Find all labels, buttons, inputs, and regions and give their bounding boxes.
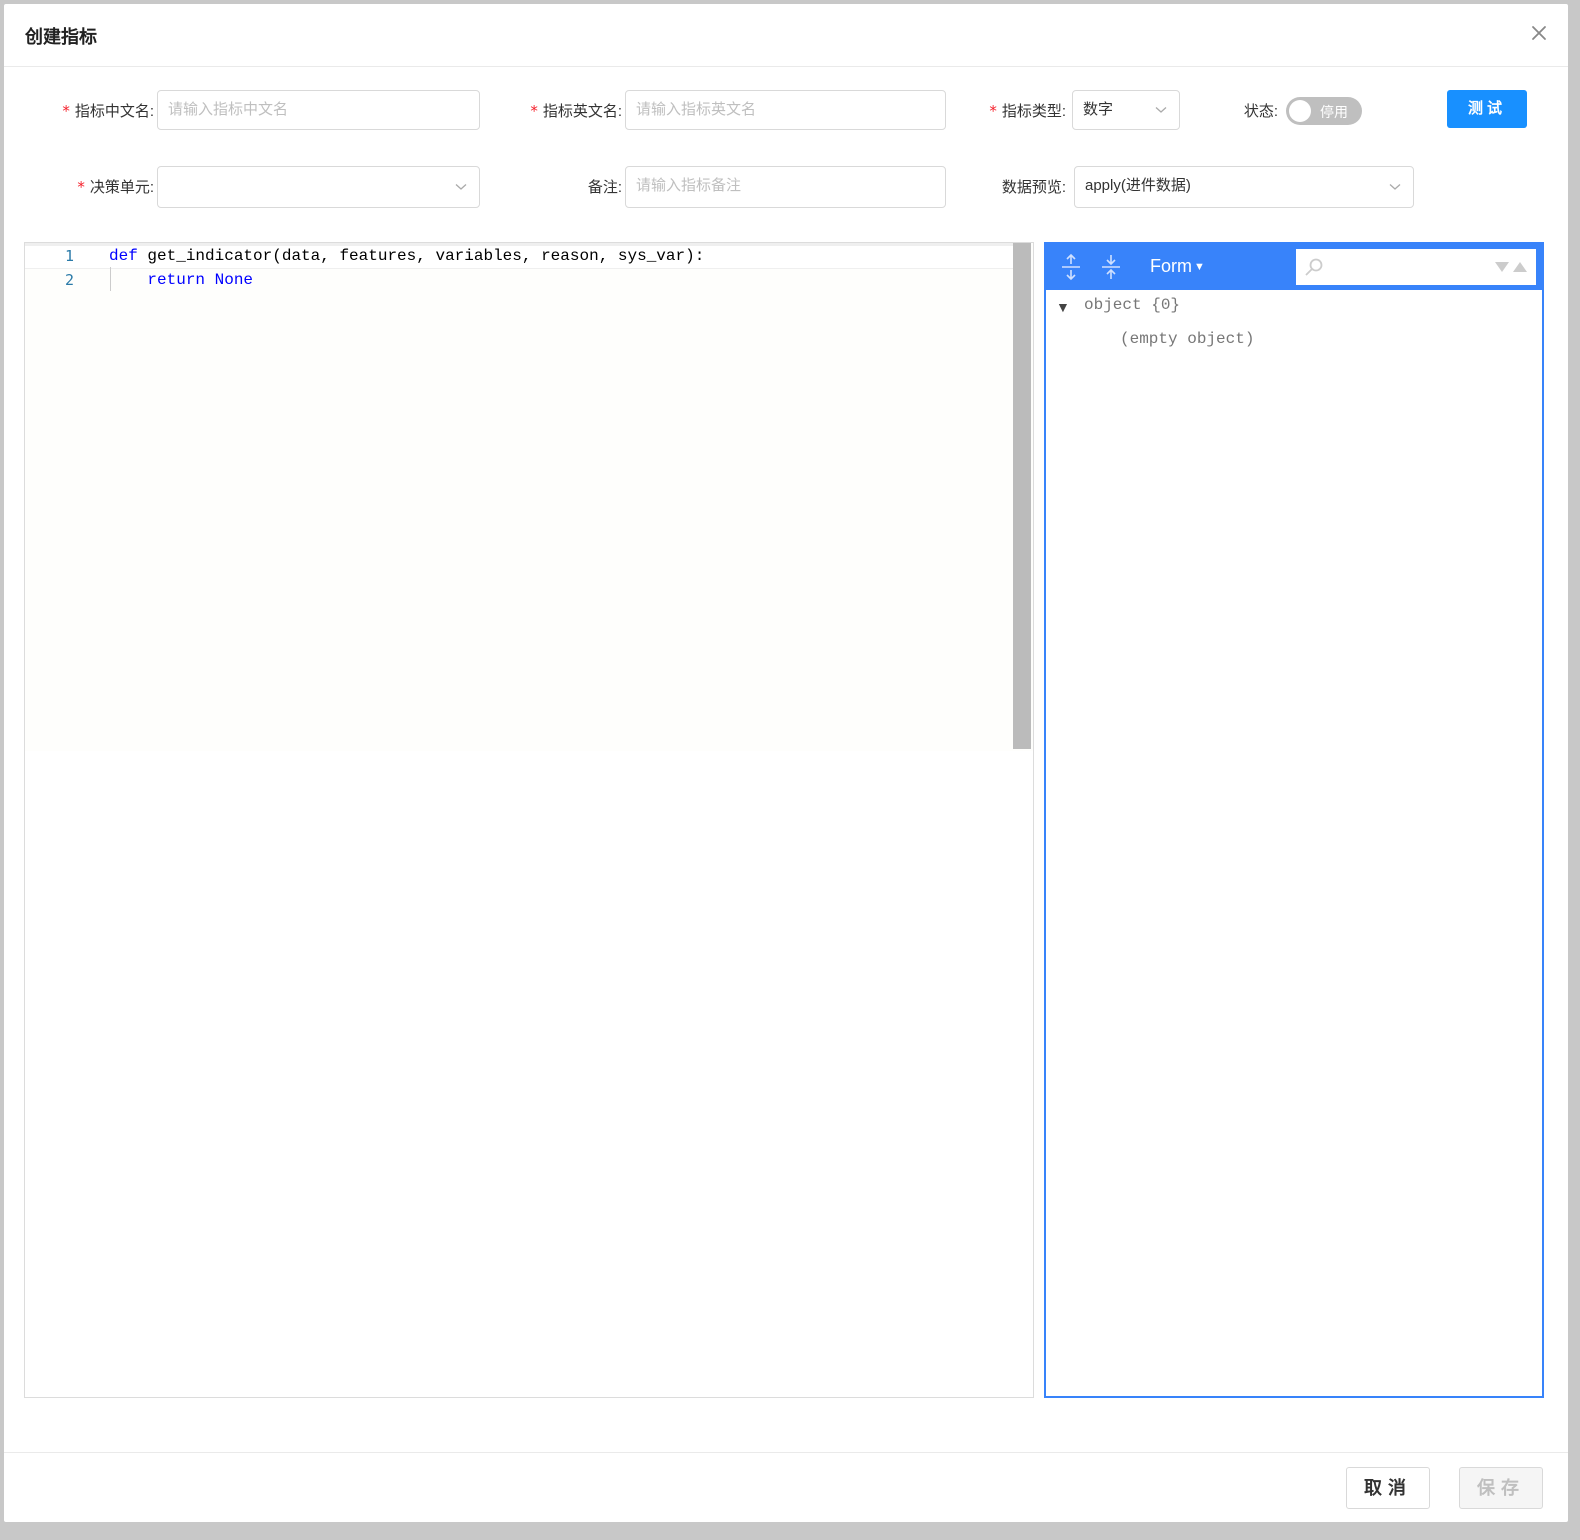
name-cn-label: * 指标中文名:: [62, 100, 154, 121]
mode-dropdown[interactable]: Form ▼: [1150, 256, 1205, 277]
chevron-down-icon: [1389, 167, 1401, 207]
collapse-all-icon[interactable]: [1096, 252, 1126, 282]
code-keyword: return None: [147, 271, 254, 289]
name-cn-input[interactable]: 请输入指标中文名: [157, 90, 480, 130]
code-text: get_indicator(data, features, variables,…: [137, 247, 705, 265]
decision-unit-label-text: 决策单元:: [89, 179, 154, 196]
save-button[interactable]: 保存: [1459, 1467, 1543, 1509]
type-label-text: 指标类型:: [1001, 103, 1066, 120]
required-mark: *: [77, 178, 85, 196]
type-label: * 指标类型:: [989, 100, 1066, 121]
data-preview-label: 数据预览:: [1001, 179, 1066, 196]
type-select[interactable]: 数字: [1072, 90, 1180, 130]
code-area[interactable]: 1 2 def get_indicator(data, features, va…: [25, 243, 1033, 751]
remark-placeholder: 请输入指标备注: [636, 177, 742, 194]
search-nav: [1494, 261, 1528, 273]
status-label: 状态:: [1243, 103, 1278, 120]
json-toolbar: Form ▼: [1046, 244, 1542, 290]
modal-header: 创建指标: [4, 4, 1568, 67]
search-next-icon[interactable]: [1494, 261, 1510, 273]
tree-root-label[interactable]: object {0}: [1084, 296, 1180, 314]
required-mark: *: [530, 102, 538, 120]
mode-label: Form: [1150, 256, 1192, 276]
name-cn-label-text: 指标中文名:: [74, 103, 154, 120]
line-number: 1: [65, 247, 75, 265]
remark-label: 备注:: [587, 179, 622, 196]
cancel-button[interactable]: 取消: [1346, 1467, 1430, 1509]
search-icon: [1304, 257, 1324, 282]
editor-scrollbar[interactable]: [1013, 243, 1031, 749]
data-preview-value: apply(进件数据): [1085, 177, 1191, 194]
modal-title: 创建指标: [25, 27, 97, 47]
decision-unit-label: * 决策单元:: [77, 176, 154, 197]
chevron-down-icon: [455, 167, 467, 207]
name-cn-placeholder: 请输入指标中文名: [168, 101, 289, 118]
tree-empty-text: (empty object): [1120, 330, 1255, 348]
toggle-text: 停用: [1320, 104, 1348, 120]
search-previous-icon[interactable]: [1512, 261, 1528, 273]
caret-down-icon: ▼: [1194, 261, 1205, 274]
close-icon[interactable]: [1528, 22, 1550, 44]
code-line[interactable]: return None: [109, 271, 253, 289]
expand-all-icon[interactable]: [1056, 252, 1086, 282]
data-preview-select[interactable]: apply(进件数据): [1074, 166, 1414, 208]
remark-input[interactable]: 请输入指标备注: [625, 166, 946, 208]
type-select-value: 数字: [1083, 101, 1114, 118]
code-line[interactable]: def get_indicator(data, features, variab…: [109, 247, 704, 265]
code-keyword: def: [109, 247, 138, 265]
json-search-input[interactable]: [1296, 249, 1536, 285]
test-button[interactable]: 测试: [1447, 90, 1527, 128]
status-toggle[interactable]: 停用: [1286, 97, 1362, 125]
decision-unit-select[interactable]: [157, 166, 480, 208]
create-indicator-modal: 创建指标 * 指标中文名: 请输入指标中文名 * 指标英文名: 请输入指标英文名 *…: [4, 4, 1568, 1522]
line-number: 2: [65, 271, 75, 289]
name-en-label: * 指标英文名:: [530, 100, 622, 121]
code-editor[interactable]: 1 2 def get_indicator(data, features, va…: [24, 242, 1034, 1398]
required-mark: *: [62, 102, 70, 120]
modal-footer: 取消 保存: [4, 1452, 1568, 1523]
name-en-label-text: 指标英文名:: [542, 103, 622, 120]
toggle-knob: [1289, 100, 1311, 122]
required-mark: *: [989, 102, 997, 120]
expand-toggle-icon[interactable]: ▼: [1056, 299, 1070, 315]
json-viewer: Form ▼ ▼ object {0} (empty object): [1044, 242, 1544, 1398]
chevron-down-icon: [1155, 91, 1167, 129]
name-en-input[interactable]: 请输入指标英文名: [625, 90, 946, 130]
name-en-placeholder: 请输入指标英文名: [636, 101, 757, 118]
